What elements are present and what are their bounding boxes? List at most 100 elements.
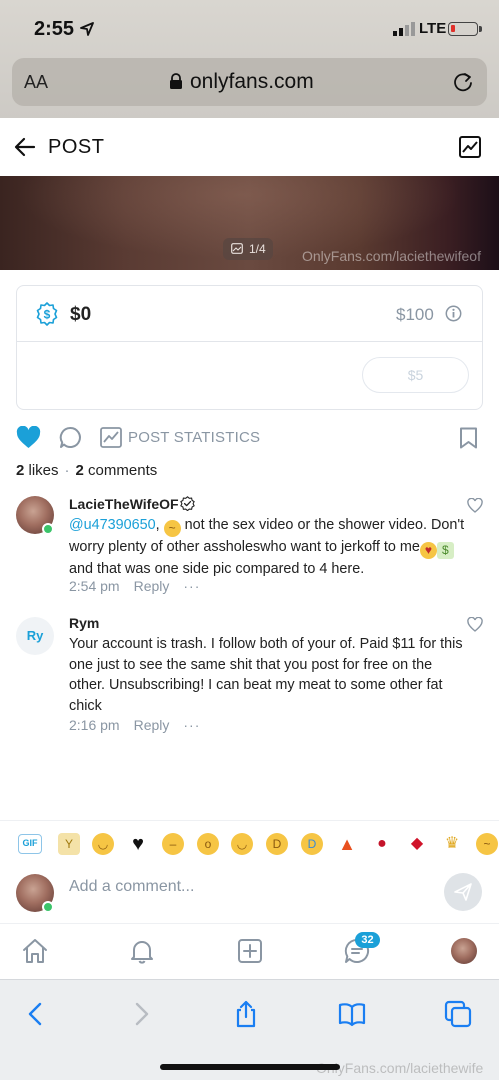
champagne-emoji-icon[interactable]: Y bbox=[58, 833, 80, 855]
comment-input[interactable]: Add a comment... bbox=[69, 878, 194, 896]
tip-max: $100 bbox=[396, 305, 434, 324]
hushed-face-emoji-icon[interactable]: o bbox=[197, 833, 219, 855]
add-post-icon[interactable] bbox=[237, 938, 263, 964]
smiling-face-emoji-icon[interactable]: ◡ bbox=[231, 833, 253, 855]
comment-meta: 2:16 pm Reply ··· bbox=[69, 717, 200, 733]
dollar-badge-icon: $ bbox=[36, 302, 58, 326]
mention-link[interactable]: @u47390650 bbox=[69, 517, 156, 533]
page-title: POST bbox=[48, 136, 105, 158]
send-icon bbox=[454, 883, 472, 901]
send-tip-label: $5 bbox=[407, 367, 424, 383]
rofl-emoji-icon[interactable]: D bbox=[266, 833, 288, 855]
post-header: POST bbox=[0, 118, 499, 176]
status-bar: 2:55 LTE bbox=[0, 0, 499, 58]
share-icon[interactable] bbox=[232, 1000, 260, 1028]
media-counter-text: 1/4 bbox=[249, 242, 266, 256]
browser-forward-icon[interactable] bbox=[127, 1000, 155, 1028]
battery-nub bbox=[479, 26, 482, 32]
comments-label: comments bbox=[88, 462, 158, 479]
comments-count: 2 bbox=[75, 462, 84, 479]
relieved-emoji-icon[interactable]: ◡ bbox=[92, 833, 114, 855]
cherries-emoji-icon[interactable]: ● bbox=[371, 833, 393, 855]
notifications-bell-icon[interactable] bbox=[129, 938, 155, 964]
black-heart-emoji-icon[interactable]: ♥ bbox=[127, 833, 149, 855]
status-time: 2:55 bbox=[34, 18, 75, 40]
emoji-picker-row: GIF Y ◡ ♥ – o ◡ D D ▲ ● ◆ ♛ ~ bbox=[0, 820, 499, 868]
send-comment-button[interactable] bbox=[444, 873, 482, 911]
send-tip-button[interactable]: $5 bbox=[362, 357, 469, 393]
verified-icon bbox=[180, 496, 195, 511]
comment-text: Your account is trash. I follow both of … bbox=[69, 636, 463, 714]
comment-author[interactable]: Rym bbox=[69, 615, 99, 631]
comment-meta: 2:54 pm Reply ··· bbox=[69, 578, 200, 594]
tabs-icon[interactable] bbox=[444, 1000, 472, 1028]
tip-amount[interactable]: $0 bbox=[70, 304, 91, 326]
safari-toolbar: OnlyFans.com/laciethewife bbox=[0, 979, 499, 1080]
post-counts: 2 likes · 2 comments bbox=[16, 462, 157, 479]
svg-text:$: $ bbox=[44, 308, 51, 322]
bottom-watermark: OnlyFans.com/laciethewife bbox=[316, 1060, 484, 1076]
smirk-emoji-icon[interactable]: ~ bbox=[476, 833, 498, 855]
comment-like-heart-icon[interactable] bbox=[467, 498, 483, 513]
location-arrow-icon bbox=[80, 22, 94, 36]
comment-text: @u47390650, ~ not the sex video or the s… bbox=[69, 515, 469, 580]
lock-icon bbox=[170, 73, 182, 89]
cell-signal-icon bbox=[393, 22, 415, 36]
home-indicator bbox=[160, 1064, 340, 1070]
tip-divider bbox=[17, 341, 482, 342]
likes-label: likes bbox=[28, 462, 59, 479]
tears-of-joy-emoji-icon[interactable]: D bbox=[301, 833, 323, 855]
post-statistics-link[interactable]: POST STATISTICS bbox=[128, 429, 260, 446]
reply-button[interactable]: Reply bbox=[134, 717, 170, 733]
post-media[interactable]: 1/4 OnlyFans.com/laciethewifeof bbox=[0, 176, 499, 270]
tip-box: $ $0 $100 $5 bbox=[16, 285, 483, 410]
comment-author[interactable]: LacieTheWifeOF bbox=[69, 496, 179, 512]
comment-time: 2:54 pm bbox=[69, 578, 120, 594]
comment-input-row: Add a comment... bbox=[0, 868, 499, 920]
profile-avatar[interactable] bbox=[451, 938, 477, 964]
neutral-face-emoji-icon[interactable]: – bbox=[162, 833, 184, 855]
likes-count: 2 bbox=[16, 462, 25, 479]
gallery-icon[interactable] bbox=[458, 135, 482, 159]
comment-item: Ry Rym Your account is trash. I follow b… bbox=[0, 613, 499, 738]
battery-icon bbox=[448, 22, 478, 36]
reply-button[interactable]: Reply bbox=[134, 578, 170, 594]
safari-top-bar: 2:55 LTE AA onlyfans.com bbox=[0, 0, 499, 118]
comment-icon[interactable] bbox=[59, 426, 82, 449]
post-statistics-icon[interactable] bbox=[100, 427, 122, 448]
url-text[interactable]: onlyfans.com bbox=[190, 70, 314, 94]
info-icon[interactable] bbox=[445, 305, 462, 322]
address-bar[interactable]: AA onlyfans.com bbox=[12, 58, 487, 106]
avatar[interactable]: Ry bbox=[16, 617, 54, 655]
media-counter: 1/4 bbox=[223, 238, 273, 260]
browser-back-icon[interactable] bbox=[22, 1000, 50, 1028]
reload-icon[interactable] bbox=[452, 71, 474, 93]
online-indicator bbox=[42, 901, 54, 913]
text-size-button[interactable]: AA bbox=[24, 72, 48, 93]
messages-badge: 32 bbox=[355, 932, 380, 948]
comment-text-part-c: and that was one side pic compared to 4 … bbox=[69, 561, 365, 577]
bookmarks-book-icon[interactable] bbox=[338, 1000, 366, 1028]
image-icon bbox=[231, 243, 243, 254]
more-options-button[interactable]: ··· bbox=[183, 717, 200, 733]
fire-emoji-icon[interactable]: ▲ bbox=[336, 833, 358, 855]
home-icon[interactable] bbox=[22, 938, 48, 964]
post-actions: POST STATISTICS bbox=[0, 420, 499, 456]
gif-button[interactable]: GIF bbox=[18, 834, 42, 854]
media-watermark: OnlyFans.com/laciethewifeof bbox=[302, 248, 481, 264]
comment-item: LacieTheWifeOF @u47390650, ~ not the sex… bbox=[0, 494, 499, 604]
smirk-emoji-icon: ~ bbox=[163, 520, 181, 537]
bookmark-icon[interactable] bbox=[459, 427, 478, 449]
kiss-mark-emoji-icon[interactable]: ◆ bbox=[406, 833, 428, 855]
more-options-button[interactable]: ··· bbox=[183, 578, 200, 594]
comment-text-part-a: , bbox=[155, 517, 164, 533]
comment-time: 2:16 pm bbox=[69, 717, 120, 733]
like-heart-icon[interactable] bbox=[16, 426, 41, 449]
network-type: LTE bbox=[419, 20, 447, 37]
back-arrow-icon[interactable] bbox=[14, 136, 36, 158]
crown-emoji-icon[interactable]: ♛ bbox=[441, 833, 463, 855]
online-indicator bbox=[42, 523, 54, 535]
bottom-nav: 32 bbox=[0, 923, 499, 979]
comment-like-heart-icon[interactable] bbox=[467, 617, 483, 632]
money-emoji-icon: $ bbox=[436, 542, 454, 559]
